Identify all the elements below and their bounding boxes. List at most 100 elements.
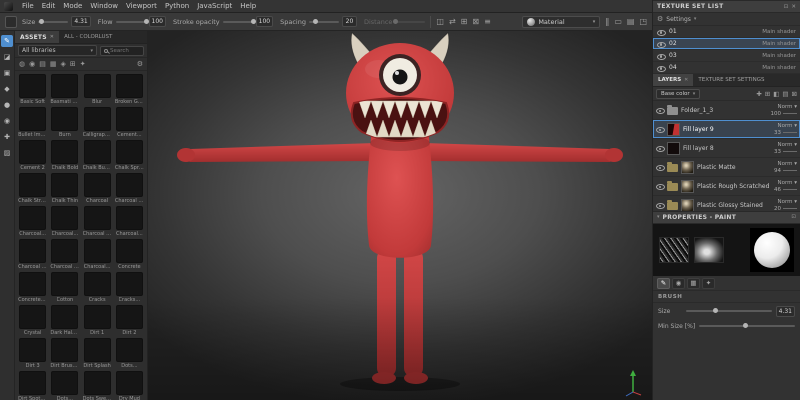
collapse-icon[interactable]: ▾ <box>657 214 660 220</box>
projection-tool[interactable]: ▣ <box>1 67 13 79</box>
brush-preset-icon[interactable] <box>5 15 17 28</box>
brush-item[interactable]: Cement 2 <box>18 140 47 173</box>
blend-mode-dropdown[interactable]: Norm ▾ <box>777 180 797 186</box>
slider-knob[interactable] <box>143 18 149 24</box>
menu-help[interactable]: Help <box>236 0 260 13</box>
visibility-eye-icon[interactable] <box>656 183 665 190</box>
menu-viewport[interactable]: Viewport <box>122 0 161 13</box>
chevron-down-icon[interactable]: ▾ <box>694 16 697 22</box>
brush-item[interactable]: Cotton <box>50 272 79 305</box>
slider-value[interactable]: 100 <box>148 16 166 27</box>
viewport-3d[interactable] <box>148 31 652 400</box>
slider-track[interactable] <box>38 18 69 24</box>
pause-engine-icon[interactable]: ‖ <box>605 16 609 28</box>
brush-item[interactable]: Concrete <box>115 239 144 272</box>
slider-knob[interactable] <box>393 18 399 24</box>
visibility-eye-icon[interactable] <box>656 202 665 209</box>
menu-python[interactable]: Python <box>161 0 193 13</box>
brush-item[interactable]: Charcoal... <box>83 239 112 272</box>
lazy-mouse-icon[interactable]: ⇄ <box>449 16 456 28</box>
layer-opacity[interactable]: 100 <box>771 111 797 117</box>
add-fill-layer-icon[interactable]: ◧ <box>773 90 779 98</box>
visibility-eye-icon[interactable] <box>656 164 665 171</box>
panel-dock-icon[interactable]: ⊡ <box>784 4 789 10</box>
brush-item[interactable]: Chalk Spre... <box>115 140 144 173</box>
material-tab-icon[interactable]: ✦ <box>702 277 715 289</box>
tab-all-colorlust[interactable]: ALL - COLORLUST <box>59 31 117 43</box>
slider-track[interactable] <box>308 18 339 24</box>
brush-item[interactable]: Charcoal S... <box>50 239 79 272</box>
slider-knob[interactable] <box>312 18 318 24</box>
brush-item[interactable]: Blur <box>83 74 112 107</box>
tab-texture-set-settings[interactable]: TEXTURE SET SETTINGS <box>693 74 769 86</box>
axis-gizmo[interactable] <box>620 368 646 398</box>
brush-item[interactable]: Cracks... <box>115 272 144 305</box>
filter-smart-materials-icon[interactable]: ▦ <box>50 59 57 69</box>
filter-all-icon[interactable]: ◍ <box>19 59 25 69</box>
polygon-fill-tool[interactable]: ◆ <box>1 83 13 95</box>
filter-materials-icon[interactable]: ▤ <box>39 59 46 69</box>
visibility-eye-icon[interactable] <box>657 40 666 48</box>
brush-item[interactable]: Cement... <box>115 107 144 140</box>
brush-tab-icon[interactable]: ✎ <box>657 277 670 289</box>
layer-row[interactable]: Fill layer 9 Norm ▾ 33 <box>653 120 800 139</box>
tab-assets[interactable]: ASSETS ✕ <box>15 31 60 43</box>
visibility-eye-icon[interactable] <box>656 126 665 133</box>
blend-mode-dropdown[interactable]: Norm ▾ <box>777 161 797 167</box>
brush-item[interactable]: Charcoal... <box>18 206 47 239</box>
slider-value[interactable]: 100 <box>255 16 274 27</box>
brush-item[interactable]: Chalk Bold <box>50 140 79 173</box>
filter-effects-icon[interactable]: ✦ <box>80 59 86 69</box>
tab-layers[interactable]: LAYERS ✕ <box>653 74 694 86</box>
symmetry-icon[interactable]: ◫ <box>436 16 444 28</box>
brush-item[interactable]: Dots Sweed <box>83 371 112 400</box>
brush-item[interactable]: Cracks <box>83 272 112 305</box>
brush-item[interactable]: Charcoal... <box>50 206 79 239</box>
slider-track[interactable] <box>222 18 256 24</box>
brush-item[interactable]: Basmati B... <box>50 74 79 107</box>
brush-item[interactable]: Charcoal <box>83 173 112 206</box>
layer-opacity[interactable]: 94 <box>774 168 797 174</box>
slider-knob[interactable] <box>713 308 719 313</box>
display-settings-icon[interactable]: ▭ <box>614 16 622 28</box>
brush-item[interactable]: Dots... <box>50 371 79 400</box>
paint-brush-tool[interactable]: ✎ <box>1 35 13 47</box>
align-icon[interactable]: ≡ <box>484 16 491 28</box>
layer-row[interactable]: Plastic Rough Scratched Norm ▾ 46 <box>653 177 800 196</box>
add-folder-icon[interactable]: ▤ <box>782 90 788 98</box>
slider-track[interactable] <box>699 323 795 328</box>
layer-row[interactable]: Folder_1_3 Norm ▾ 100 <box>653 101 800 120</box>
visibility-eye-icon[interactable] <box>656 107 665 114</box>
brush-item[interactable]: Dirt 2 <box>115 305 144 338</box>
brush-item[interactable]: Crystal <box>18 305 47 338</box>
camera-settings-icon[interactable]: ◳ <box>639 16 647 28</box>
brush-stroke-preview[interactable] <box>659 236 689 263</box>
blend-mode-dropdown[interactable]: Norm ▾ <box>777 199 797 205</box>
delete-layer-icon[interactable]: ⊠ <box>792 90 797 98</box>
add-effect-icon[interactable]: ✚ <box>756 90 761 98</box>
visibility-eye-icon[interactable] <box>656 145 665 152</box>
brush-item[interactable]: Dirt Splash <box>83 338 112 371</box>
search-input[interactable] <box>110 47 140 54</box>
layer-row[interactable]: Plastic Matte Norm ▾ 94 <box>653 158 800 177</box>
settings-label[interactable]: Settings <box>666 16 691 23</box>
filter-alphas-icon[interactable]: ◈ <box>60 59 65 69</box>
brush-item[interactable]: Chalk Bum... <box>83 140 112 173</box>
layer-row[interactable]: Plastic Glossy Stained Norm ▾ 20 <box>653 196 800 211</box>
texture-set-row[interactable]: 04 Main shader <box>653 62 800 74</box>
brush-item[interactable]: Bullet Imp... <box>18 107 47 140</box>
brush-item[interactable]: Dry Mud <box>115 371 144 400</box>
brush-item[interactable]: Concrete L... <box>18 272 47 305</box>
panel-dock-icon[interactable]: ⊡ <box>791 214 796 220</box>
brush-item[interactable]: Chalk Strong <box>18 173 47 206</box>
texture-set-row[interactable]: 02 Main shader <box>653 38 800 50</box>
slider-knob[interactable] <box>39 18 45 24</box>
quick-mask-tool[interactable]: ▨ <box>1 147 13 159</box>
panel-close-icon[interactable]: ✕ <box>791 4 796 10</box>
brush-item[interactable]: Broken Glass <box>115 74 144 107</box>
brush-item[interactable]: Charcoal B... <box>115 173 144 206</box>
menu-window[interactable]: Window <box>86 0 122 13</box>
brush-item[interactable]: Dirt Spots... <box>18 371 47 400</box>
brush-item[interactable]: Calligraphic <box>83 107 112 140</box>
brush-item[interactable]: Basic Soft <box>18 74 47 107</box>
